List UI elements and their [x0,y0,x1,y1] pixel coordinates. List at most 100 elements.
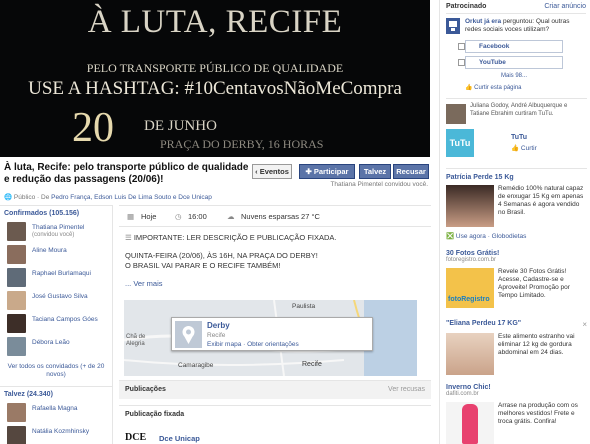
tutu-name[interactable]: TuTu [511,134,527,141]
ad-patricia[interactable]: Patrícia Perde 15 Kg Remédio 100% natura… [446,174,587,240]
guest-item[interactable]: Natália Kozmhinsky [0,425,112,444]
poll-title[interactable]: Orkut já era [465,18,501,25]
tutu-like[interactable]: 👍 Curtir [511,144,537,152]
join-button[interactable]: ✚ Participar [299,164,355,179]
maybe-header[interactable]: Talvez (24.340) [0,387,112,402]
avatar[interactable] [7,337,26,356]
posts-header: Publicações Ver recusas [119,380,431,399]
banner-month: DE JUNHO [144,118,217,134]
map-label-camaragibe: Camaragibe [178,362,214,369]
ad-title[interactable]: Patrícia Perde 15 Kg [446,174,587,181]
banner-subtitle: PELO TRANSPORTE PÚBLICO DE QUALIDADE [86,61,344,75]
tutu-logo[interactable]: TuTu [446,129,474,157]
ad-title[interactable]: 30 Fotos Grátis! [446,250,587,257]
events-back-button[interactable]: ‹ Eventos [252,164,292,179]
poll-option-facebook[interactable]: Facebook [458,40,563,53]
avatar[interactable] [7,403,26,422]
guest-name[interactable]: Rafaella Magna [32,405,78,412]
avatar[interactable] [446,104,466,124]
checkbox[interactable] [458,43,465,50]
guest-name[interactable]: Thatiana Pimentel [32,224,84,231]
event-hosts[interactable]: Pedro França, Edson Luis De Lima Souto e… [51,194,212,201]
divider [446,168,587,169]
map-place-card[interactable]: Derby Recife Exibir mapa · Obter orienta… [171,317,373,351]
join-label: Participar [313,167,349,176]
guest-name[interactable]: Natália Kozmhinsky [32,428,89,435]
main-column: À LUTA, RECIFE PELO TRANSPORTE PÚBLICO D… [0,0,434,444]
ad-title[interactable]: Inverno Chic! [446,384,587,391]
pinned-post-author[interactable]: Dce Unicap [159,434,200,443]
ad-image[interactable] [446,402,494,444]
privacy-line: 🌐 Público · De Pedro França, Edson Luis … [4,193,212,201]
guest-item[interactable]: Aline Moura [0,244,112,267]
event-date: Hoje [141,212,157,221]
confirmed-header[interactable]: Confirmados (105.156) [0,206,112,221]
create-ad-link[interactable]: Criar anúncio [544,3,586,10]
checkbox[interactable] [458,59,465,66]
map-place-city: Recife [207,332,226,339]
globe-icon: ❎ [446,233,455,240]
avatar[interactable] [7,426,26,444]
map-place-name[interactable]: Derby [207,321,230,330]
question-shape [449,21,457,31]
guest-name[interactable]: Aline Moura [32,247,67,254]
event-weather: Nuvens esparsas 27 °C [241,212,320,221]
ad-image[interactable] [446,333,494,375]
maybe-button[interactable]: Talvez [359,164,391,179]
poll-option-youtube[interactable]: YouTube [458,56,563,69]
guest-item[interactable]: Raphael Burlamaqui [0,267,112,290]
see-all-guests-link[interactable]: Ver todos os convidados (+ de 20 novos) [0,359,112,387]
poll-more-link[interactable]: Mais 98... [465,73,563,79]
desc-line: ☰ IMPORTANTE: LER DESCRIÇÃO E PUBLICAÇÃO… [125,233,425,243]
map-links[interactable]: Exibir mapa · Obter orientações [207,341,299,348]
ad-image[interactable] [446,185,494,227]
ad-dafiti[interactable]: Inverno Chic! dafiti.com.br Arrase na pr… [446,384,587,444]
guest-name[interactable]: José Gustavo Silva [32,293,88,300]
guest-item[interactable]: José Gustavo Silva [0,290,112,313]
guest-name[interactable]: Débora Leão [32,339,70,346]
desc-line: QUINTA-FEIRA (20/06), ÀS 16H, NA PRAÇA D… [125,251,318,260]
poll-like-label: Curtir esta página [474,85,522,91]
avatar[interactable] [7,291,26,310]
avatar[interactable] [7,245,26,264]
guest-item[interactable]: Taciana Campos Góes [0,313,112,336]
guest-item[interactable]: Thatiana Pimentel (convidou você) [0,221,112,244]
event-details: ▦ Hoje ◷ 16:00 ☁ Nuvens esparsas 27 °C ☰… [119,205,431,444]
question-icon [446,18,460,34]
guest-name[interactable]: Raphael Burlamaqui [32,270,91,277]
guest-item[interactable]: Débora Leão [0,336,112,359]
map-label-paulista: Paulista [292,303,316,310]
see-more-link[interactable]: ... Ver mais [125,279,425,289]
ad-text: Remédio 100% natural capaz de enxugar 15… [498,185,584,216]
avatar[interactable] [7,314,26,333]
decline-button[interactable]: Recusar [393,164,429,179]
list-icon: ☰ [125,233,134,242]
banner-hashtag: USE A HASHTAG: #10CentavosNãoMeCompra [28,78,402,99]
clock-icon: ◷ [175,212,182,221]
event-title: À luta, Recife: pelo transporte público … [4,162,249,185]
ad-image[interactable]: fotoRegistro [446,268,494,308]
avatar[interactable] [7,268,26,287]
banner-place: PRAÇA DO DERBY, 16 HORAS [160,137,324,151]
avatar[interactable] [7,222,26,241]
ad-use-link[interactable]: ❎ Use agora · Globodietas [446,232,526,240]
ad-title[interactable]: "Eliana Perdeu 17 KG" [446,320,587,327]
map-label-cha: Chã de Alegria [126,334,146,347]
close-icon[interactable]: × [582,320,587,329]
see-refusals-link[interactable]: Ver recusas [388,386,425,393]
divider [446,98,587,99]
poll-text: Orkut já era perguntou: Qual outras rede… [465,18,587,34]
privacy-label: Público · De [13,194,50,201]
event-map[interactable]: Paulista Chã de Alegria Camaragibe Recif… [124,300,417,376]
ad-fotos[interactable]: 30 Fotos Grátis! fotoregistro.com.br fot… [446,250,587,308]
desc-important: IMPORTANTE: LER DESCRIÇÃO E PUBLICAÇÃO F… [133,233,337,242]
ad-text: Este alimento estranho vai eliminar 12 k… [498,333,575,356]
ad-use-label[interactable]: Use agora · Globodietas [456,233,526,240]
guest-name[interactable]: Taciana Campos Góes [32,316,98,323]
ad-eliana[interactable]: "Eliana Perdeu 17 KG" × Este alimento es… [446,320,587,375]
sponsored-label: Patrocinado [446,3,487,10]
map-label-recife: Recife [302,361,322,368]
guest-item[interactable]: Rafaella Magna [0,402,112,425]
poll-like[interactable]: 👍 Curtir esta página [465,84,522,91]
ad2-logo: fotoRegistro [448,296,490,303]
